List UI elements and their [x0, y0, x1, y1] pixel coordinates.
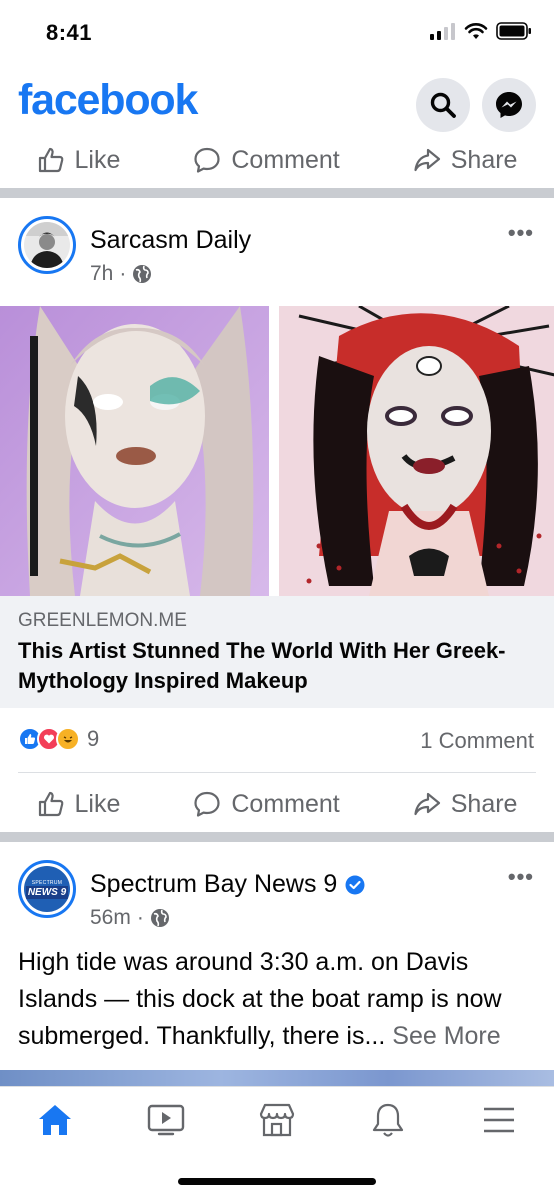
- globe-icon: [133, 265, 152, 283]
- haha-reaction-icon: [56, 727, 80, 751]
- comment-button[interactable]: Comment: [193, 145, 340, 175]
- status-bar: 8:41: [0, 0, 554, 70]
- avatar-photo: [24, 222, 70, 268]
- feed-divider: [0, 188, 554, 198]
- home-indicator[interactable]: [178, 1178, 376, 1185]
- share-label: Share: [450, 789, 518, 818]
- status-time: 8:41: [46, 20, 93, 45]
- battery-icon: [496, 22, 531, 40]
- facebook-logo[interactable]: facebook: [18, 76, 198, 125]
- post-header-spectrum-news: SPECTRUM NEWS 9 Spectrum Bay News 9 56m …: [0, 854, 554, 944]
- like-icon: [38, 147, 63, 173]
- messenger-icon: [496, 92, 522, 118]
- post-text: High tide was around 3:30 a.m. on Davis …: [18, 944, 538, 1055]
- marketplace-icon: [259, 1103, 295, 1136]
- signal-icon: [430, 23, 455, 40]
- share-icon: [414, 792, 440, 816]
- tab-notifications[interactable]: [358, 1090, 418, 1150]
- like-label: Like: [74, 789, 121, 818]
- home-icon: [39, 1104, 72, 1135]
- tab-menu[interactable]: [469, 1090, 529, 1150]
- news9-logo-text: NEWS 9: [25, 885, 69, 899]
- bottom-tab-bar: [0, 1086, 554, 1152]
- status-icons: [430, 22, 532, 40]
- comment-label: Comment: [231, 789, 340, 818]
- reaction-summary[interactable]: 9: [18, 726, 99, 752]
- share-label: Share: [450, 145, 518, 174]
- author-row: Spectrum Bay News 9: [90, 870, 365, 899]
- feed-divider: [0, 832, 554, 842]
- comment-count[interactable]: 1 Comment: [420, 728, 534, 754]
- verified-badge-icon: [345, 875, 365, 894]
- comment-icon: [194, 147, 220, 173]
- action-bar-previous: Like Comment Share: [0, 132, 554, 188]
- tab-home[interactable]: [25, 1090, 85, 1150]
- like-button[interactable]: Like: [37, 789, 121, 819]
- post-header-sarcasm-daily: Sarcasm Daily 7h · •••: [0, 210, 554, 300]
- makeup-photo-left: [0, 306, 276, 596]
- watch-icon: [147, 1104, 185, 1135]
- link-title: This Artist Stunned The World With Her G…: [18, 638, 506, 693]
- meta-separator: ·: [136, 906, 144, 929]
- avatar[interactable]: [18, 216, 76, 274]
- tab-marketplace[interactable]: [247, 1090, 307, 1150]
- post-time[interactable]: 7h: [90, 262, 113, 286]
- notifications-icon: [372, 1103, 403, 1137]
- more-options-icon[interactable]: •••: [508, 220, 534, 246]
- post-image-preview[interactable]: [0, 1070, 554, 1086]
- like-label: Like: [74, 145, 121, 174]
- action-divider: [18, 772, 536, 773]
- avatar[interactable]: SPECTRUM NEWS 9: [18, 860, 76, 918]
- link-preview-image[interactable]: [0, 306, 554, 596]
- action-bar-post1: Like Comment Share: [0, 776, 554, 832]
- comment-icon: [194, 791, 220, 817]
- link-card[interactable]: GREENLEMON.ME This Artist Stunned The Wo…: [0, 596, 554, 708]
- share-button[interactable]: Share: [413, 145, 518, 175]
- post-meta: 56m ·: [90, 906, 170, 930]
- reaction-count: 9: [87, 726, 100, 751]
- messenger-button[interactable]: [482, 78, 536, 132]
- comment-label: Comment: [231, 145, 340, 174]
- makeup-photo-right: [278, 306, 554, 596]
- see-more-link[interactable]: See More: [392, 1022, 500, 1050]
- link-domain: GREENLEMON.ME: [18, 610, 187, 631]
- tab-watch[interactable]: [136, 1090, 196, 1150]
- globe-icon: [150, 909, 169, 927]
- menu-icon: [483, 1107, 514, 1132]
- comment-button[interactable]: Comment: [193, 789, 340, 819]
- share-icon: [414, 148, 440, 172]
- wifi-icon: [464, 23, 488, 39]
- post-meta: 7h ·: [90, 262, 152, 286]
- news9-logo: SPECTRUM NEWS 9: [24, 866, 70, 912]
- search-button[interactable]: [416, 78, 470, 132]
- search-icon: [430, 92, 456, 118]
- post-time[interactable]: 56m: [90, 906, 131, 930]
- like-icon: [38, 791, 63, 817]
- author-name[interactable]: Spectrum Bay News 9: [90, 870, 337, 899]
- like-button[interactable]: Like: [37, 145, 121, 175]
- author-name[interactable]: Sarcasm Daily: [90, 226, 251, 255]
- more-options-icon[interactable]: •••: [508, 864, 534, 890]
- meta-separator: ·: [119, 262, 127, 285]
- share-button[interactable]: Share: [413, 789, 518, 819]
